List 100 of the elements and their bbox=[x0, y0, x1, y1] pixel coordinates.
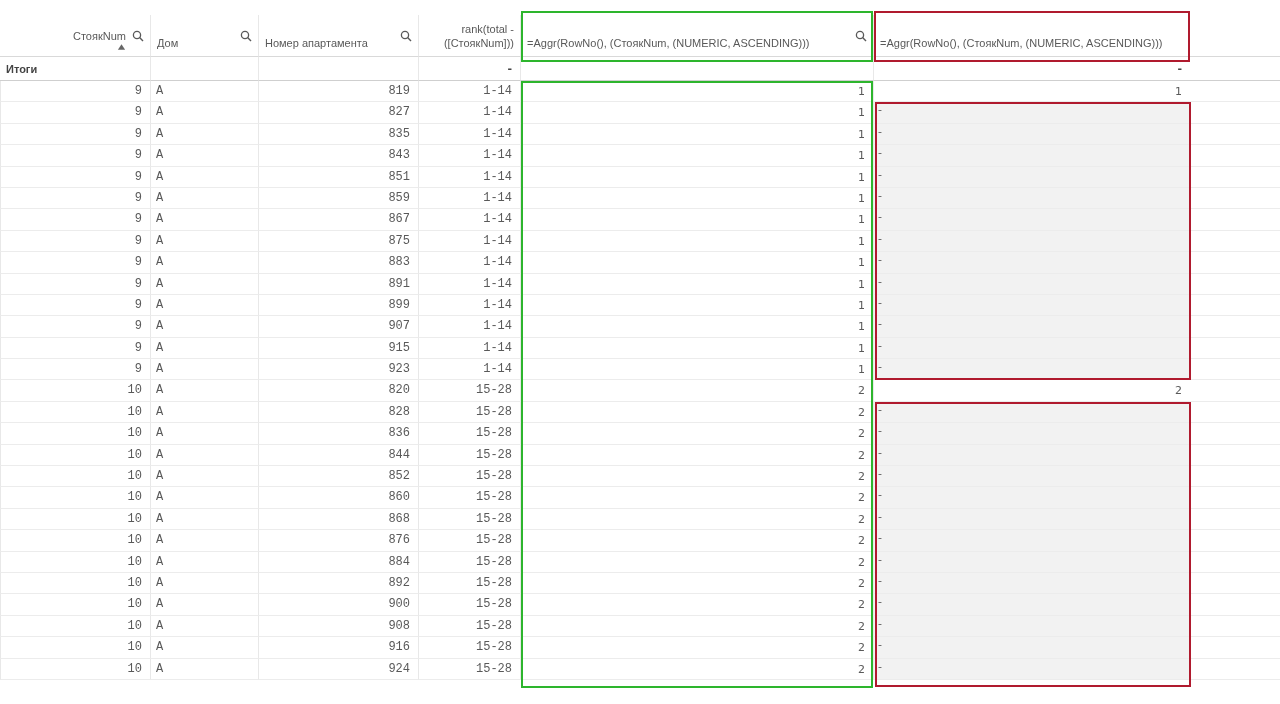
search-icon[interactable] bbox=[240, 30, 252, 42]
table-cell: A bbox=[150, 337, 258, 360]
table-cell: 1 bbox=[520, 337, 873, 360]
table-cell: 9 bbox=[0, 273, 150, 295]
table-cell: A bbox=[150, 252, 258, 274]
table-cell: 10 bbox=[0, 615, 150, 638]
table-cell: A bbox=[150, 380, 258, 402]
table-cell: 1 bbox=[520, 230, 873, 253]
table-cell: 2 bbox=[520, 508, 873, 531]
table-cell: 1-14 bbox=[418, 337, 520, 360]
table-cell: 923 bbox=[258, 359, 418, 381]
table-cell: 875 bbox=[258, 230, 418, 253]
table-cell: A bbox=[150, 444, 258, 467]
table-cell: 2 bbox=[520, 658, 873, 680]
table-cell: 9 bbox=[0, 316, 150, 338]
table-cell: A bbox=[150, 145, 258, 167]
table-cell: A bbox=[150, 401, 258, 424]
column-header[interactable]: rank(total - ([СтоякNum])) bbox=[418, 15, 520, 57]
table-cell: 10 bbox=[0, 444, 150, 467]
table-cell: 2 bbox=[873, 380, 1190, 402]
table-cell: 1 bbox=[520, 294, 873, 317]
table-cell: 859 bbox=[258, 187, 418, 210]
table-cell: 1-14 bbox=[418, 209, 520, 231]
table-cell: 883 bbox=[258, 252, 418, 274]
table-cell: A bbox=[150, 166, 258, 188]
table-cell: 2 bbox=[520, 594, 873, 616]
table-cell: A bbox=[150, 423, 258, 445]
table-cell: 843 bbox=[258, 145, 418, 167]
table-cell: 1 bbox=[520, 252, 873, 274]
table-cell: A bbox=[150, 508, 258, 531]
table-cell: A bbox=[150, 551, 258, 573]
table-cell: 1-14 bbox=[418, 273, 520, 295]
table-cell: 1 bbox=[873, 81, 1190, 103]
table-cell: A bbox=[150, 359, 258, 381]
table-cell: 2 bbox=[520, 615, 873, 638]
table-cell: 10 bbox=[0, 530, 150, 552]
table-cell: 9 bbox=[0, 337, 150, 360]
table-cell: 1-14 bbox=[418, 145, 520, 167]
sort-ascending-icon bbox=[117, 44, 126, 50]
search-icon[interactable] bbox=[855, 30, 867, 42]
table-cell: - bbox=[873, 316, 1190, 338]
table-cell: - bbox=[873, 530, 1190, 552]
table-cell: 1-14 bbox=[418, 316, 520, 338]
table-cell: 908 bbox=[258, 615, 418, 638]
table-cell: A bbox=[150, 316, 258, 338]
column-header[interactable]: =Aggr(RowNo(), (СтоякNum, (NUMERIC, ASCENDING))) bbox=[520, 15, 873, 57]
table-cell: A bbox=[150, 187, 258, 210]
table-cell: - bbox=[873, 209, 1190, 231]
table-cell: - bbox=[873, 145, 1190, 167]
table-cell: 876 bbox=[258, 530, 418, 552]
table-cell: 10 bbox=[0, 380, 150, 402]
table-cell: 9 bbox=[0, 294, 150, 317]
table-cell: 15-28 bbox=[418, 573, 520, 595]
column-header[interactable]: Номер апартамента bbox=[258, 15, 418, 57]
table-cell: 9 bbox=[0, 81, 150, 103]
table-cell: 1 bbox=[520, 102, 873, 124]
table-cell: 15-28 bbox=[418, 530, 520, 552]
column-header[interactable]: =Aggr(RowNo(), (СтоякNum, (NUMERIC, ASCENDING))) bbox=[873, 15, 1190, 57]
table-cell: A bbox=[150, 594, 258, 616]
table-cell: 2 bbox=[520, 637, 873, 659]
totals-cell: - bbox=[418, 57, 520, 81]
table-cell: 891 bbox=[258, 273, 418, 295]
table-cell: 892 bbox=[258, 573, 418, 595]
table-cell: 9 bbox=[0, 230, 150, 253]
search-icon[interactable] bbox=[400, 30, 412, 42]
table-cell: - bbox=[873, 487, 1190, 509]
table-cell: 1-14 bbox=[418, 359, 520, 381]
column-header[interactable]: Дом bbox=[150, 15, 258, 57]
table-cell: 15-28 bbox=[418, 615, 520, 638]
column-header[interactable]: СтоякNum bbox=[0, 15, 150, 57]
table-cell: 9 bbox=[0, 252, 150, 274]
table-cell: 9 bbox=[0, 102, 150, 124]
table-cell: - bbox=[873, 466, 1190, 488]
table-cell: 10 bbox=[0, 594, 150, 616]
table-cell: A bbox=[150, 123, 258, 146]
table-cell: - bbox=[873, 252, 1190, 274]
table-cell: 835 bbox=[258, 123, 418, 146]
table-cell: 1-14 bbox=[418, 102, 520, 124]
table-cell: 10 bbox=[0, 637, 150, 659]
totals-cell: - bbox=[873, 57, 1190, 81]
table-cell: 924 bbox=[258, 658, 418, 680]
table-cell: A bbox=[150, 573, 258, 595]
table-cell: 860 bbox=[258, 487, 418, 509]
table-cell: 9 bbox=[0, 359, 150, 381]
table-cell: 884 bbox=[258, 551, 418, 573]
table-cell: 9 bbox=[0, 166, 150, 188]
table-cell: 1 bbox=[520, 273, 873, 295]
table-cell: 10 bbox=[0, 658, 150, 680]
search-icon[interactable] bbox=[132, 30, 144, 42]
table-cell: 915 bbox=[258, 337, 418, 360]
table-cell: 9 bbox=[0, 209, 150, 231]
table-cell: 907 bbox=[258, 316, 418, 338]
table-cell: 828 bbox=[258, 401, 418, 424]
table-cell: 2 bbox=[520, 530, 873, 552]
table-cell: 2 bbox=[520, 487, 873, 509]
table-cell: 2 bbox=[520, 380, 873, 402]
table-cell: 10 bbox=[0, 423, 150, 445]
table-cell: A bbox=[150, 81, 258, 103]
table-cell: 9 bbox=[0, 187, 150, 210]
table-cell: 836 bbox=[258, 423, 418, 445]
